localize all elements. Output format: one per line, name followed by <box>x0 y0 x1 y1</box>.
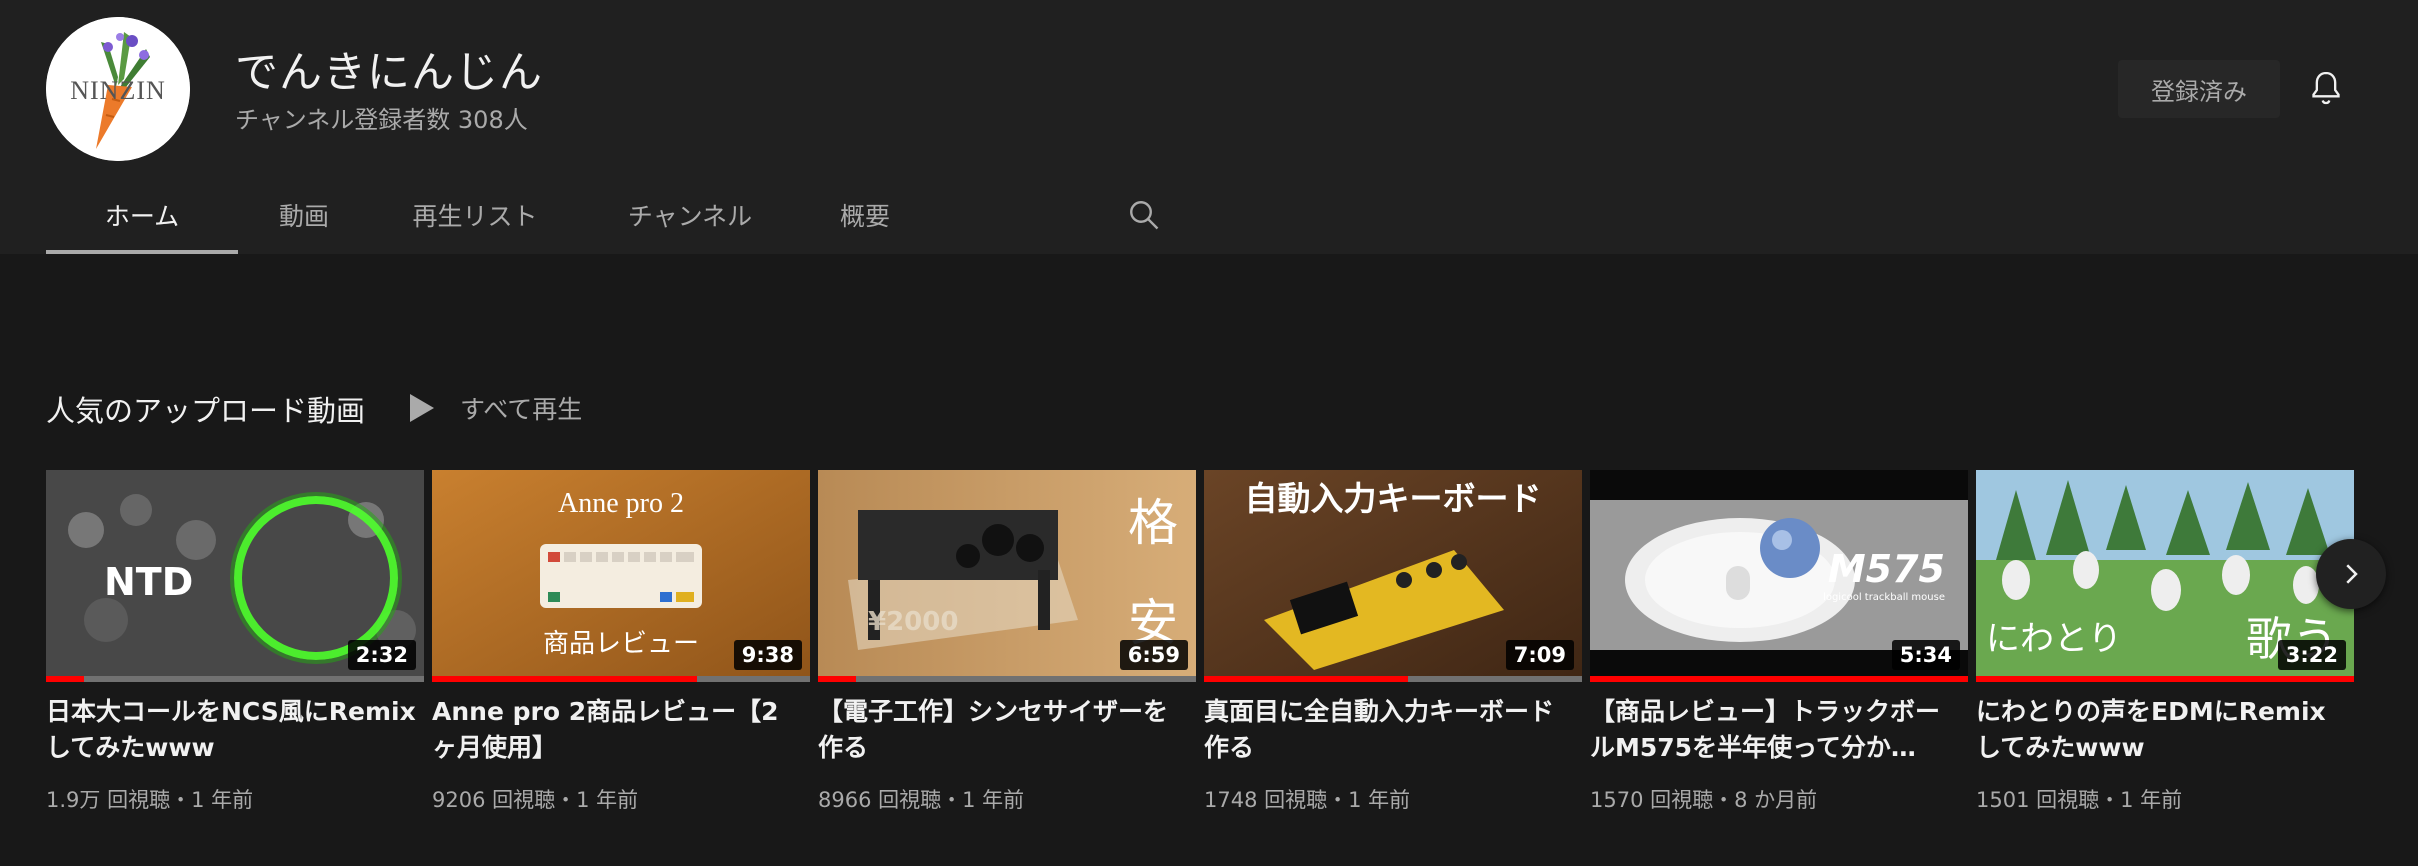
video-title[interactable]: 真面目に全自動入力キーボード作る <box>1204 694 1574 766</box>
chevron-right-icon <box>2346 564 2358 584</box>
thumbnail-subtext: logicool trackball mouse <box>1823 592 1945 603</box>
search-icon <box>1130 201 1159 230</box>
watch-progress-track <box>818 676 1196 682</box>
watch-progress-fill <box>1976 676 2354 682</box>
bell-icon <box>2312 71 2340 105</box>
watch-progress-fill <box>46 676 84 682</box>
channel-avatar[interactable]: NINZIN <box>46 17 190 161</box>
video-title[interactable]: 【商品レビュー】トラックボールM575を半年使って分か… <box>1590 694 1960 766</box>
video-title[interactable]: にわとりの声をEDMにRemixしてみたwww <box>1976 694 2346 766</box>
thumbnail-text: NTD <box>104 560 193 604</box>
video-thumbnail[interactable]: M575 logicool trackball mouse 5:34 <box>1590 470 1968 682</box>
channel-header: NINZIN でんきにんじん チャンネル登録者数 308人 登録済み ホーム 動… <box>0 0 2418 254</box>
tab-videos[interactable]: 動画 <box>238 176 370 254</box>
thumbnail-text: Anne pro 2 <box>558 488 684 519</box>
video-thumbnail[interactable]: NTD 2:32 <box>46 470 424 682</box>
tab-playlists[interactable]: 再生リスト <box>370 176 580 254</box>
video-meta: 9206 回視聴・1 年前 <box>432 788 639 812</box>
watch-progress-track <box>432 676 810 682</box>
play-icon <box>410 394 434 422</box>
video-title[interactable]: Anne pro 2商品レビュー【2ヶ月使用】 <box>432 694 802 766</box>
video-meta: 1501 回視聴・1 年前 <box>1976 788 2183 812</box>
notification-bell-button[interactable] <box>2300 62 2352 114</box>
watch-progress-fill <box>1204 676 1409 682</box>
watch-progress-track <box>46 676 424 682</box>
video-meta: 8966 回視聴・1 年前 <box>818 788 1025 812</box>
video-thumbnail[interactable]: 自動入力キーボード 7:09 <box>1204 470 1582 682</box>
video-meta: 1570 回視聴・8 か月前 <box>1590 788 1818 812</box>
duration-badge: 6:59 <box>1119 640 1188 670</box>
thumbnail-text: 格 <box>1128 494 1178 552</box>
video-meta: 1.9万 回視聴・1 年前 <box>46 788 254 812</box>
video-shelf: NTD 2:32 日本大コールをNCS風にRemixしてみたwww 1.9万 回… <box>46 470 2372 830</box>
carrot-logo: NINZIN <box>46 17 190 161</box>
thumbnail-text: M575 <box>1828 547 1945 591</box>
avatar-wordmark: NINZIN <box>70 76 166 105</box>
section-title: 人気のアップロード動画 <box>46 394 366 428</box>
duration-badge: 3:22 <box>2277 640 2346 670</box>
duration-badge: 7:09 <box>1505 640 1574 670</box>
video-meta: 1748 回視聴・1 年前 <box>1204 788 1411 812</box>
watch-progress-track <box>1976 676 2354 682</box>
watch-progress-track <box>1204 676 1582 682</box>
duration-badge: 9:38 <box>733 640 802 670</box>
video-title[interactable]: 【電子工作】シンセサイザーを作る <box>818 694 1188 766</box>
video-card[interactable]: Anne pro 2 商品レビュー 9:38 Anne pro 2商品レビュー【… <box>432 470 810 830</box>
channel-name: でんきにんじん <box>235 48 543 98</box>
tab-home[interactable]: ホーム <box>46 176 238 254</box>
video-card[interactable]: NTD 2:32 日本大コールをNCS風にRemixしてみたwww 1.9万 回… <box>46 470 424 830</box>
play-all-button[interactable]: すべて再生 <box>408 388 582 428</box>
video-thumbnail[interactable]: Anne pro 2 商品レビュー 9:38 <box>432 470 810 682</box>
duration-badge: 5:34 <box>1891 640 1960 670</box>
video-thumbnail[interactable]: 格 安 ¥2000 6:59 <box>818 470 1196 682</box>
watch-progress-fill <box>1590 676 1968 682</box>
thumbnail-text: にわとり <box>1986 619 2122 659</box>
video-card[interactable]: にわとり 歌う 3:22 にわとりの声をEDMにRemixしてみたwww 150… <box>1976 470 2354 830</box>
video-card[interactable]: 格 安 ¥2000 6:59 【電子工作】シンセサイザーを作る 8966 回視聴… <box>818 470 1196 830</box>
subscriber-count: チャンネル登録者数 308人 <box>235 106 528 134</box>
thumbnail-subtext: 商品レビュー <box>543 629 699 659</box>
watch-progress-fill <box>432 676 697 682</box>
tab-channels[interactable]: チャンネル <box>580 176 800 254</box>
active-tab-indicator <box>46 250 238 254</box>
video-thumbnail[interactable]: にわとり 歌う 3:22 <box>1976 470 2354 682</box>
watch-progress-fill <box>818 676 856 682</box>
subscribed-button[interactable]: 登録済み <box>2118 60 2280 118</box>
tab-about[interactable]: 概要 <box>800 176 930 254</box>
video-card[interactable]: M575 logicool trackball mouse 5:34 【商品レビ… <box>1590 470 1968 830</box>
thumbnail-text: 自動入力キーボード <box>1245 479 1542 518</box>
duration-badge: 2:32 <box>347 640 416 670</box>
video-card[interactable]: 自動入力キーボード 7:09 真面目に全自動入力キーボード作る 1748 回視聴… <box>1204 470 1582 830</box>
watch-progress-track <box>1590 676 1968 682</box>
play-all-label: すべて再生 <box>460 395 583 424</box>
price-label: ¥2000 <box>868 607 958 637</box>
shelf-next-button[interactable] <box>2316 539 2386 609</box>
video-title[interactable]: 日本大コールをNCS風にRemixしてみたwww <box>46 694 416 766</box>
tab-search[interactable] <box>1119 190 1169 240</box>
